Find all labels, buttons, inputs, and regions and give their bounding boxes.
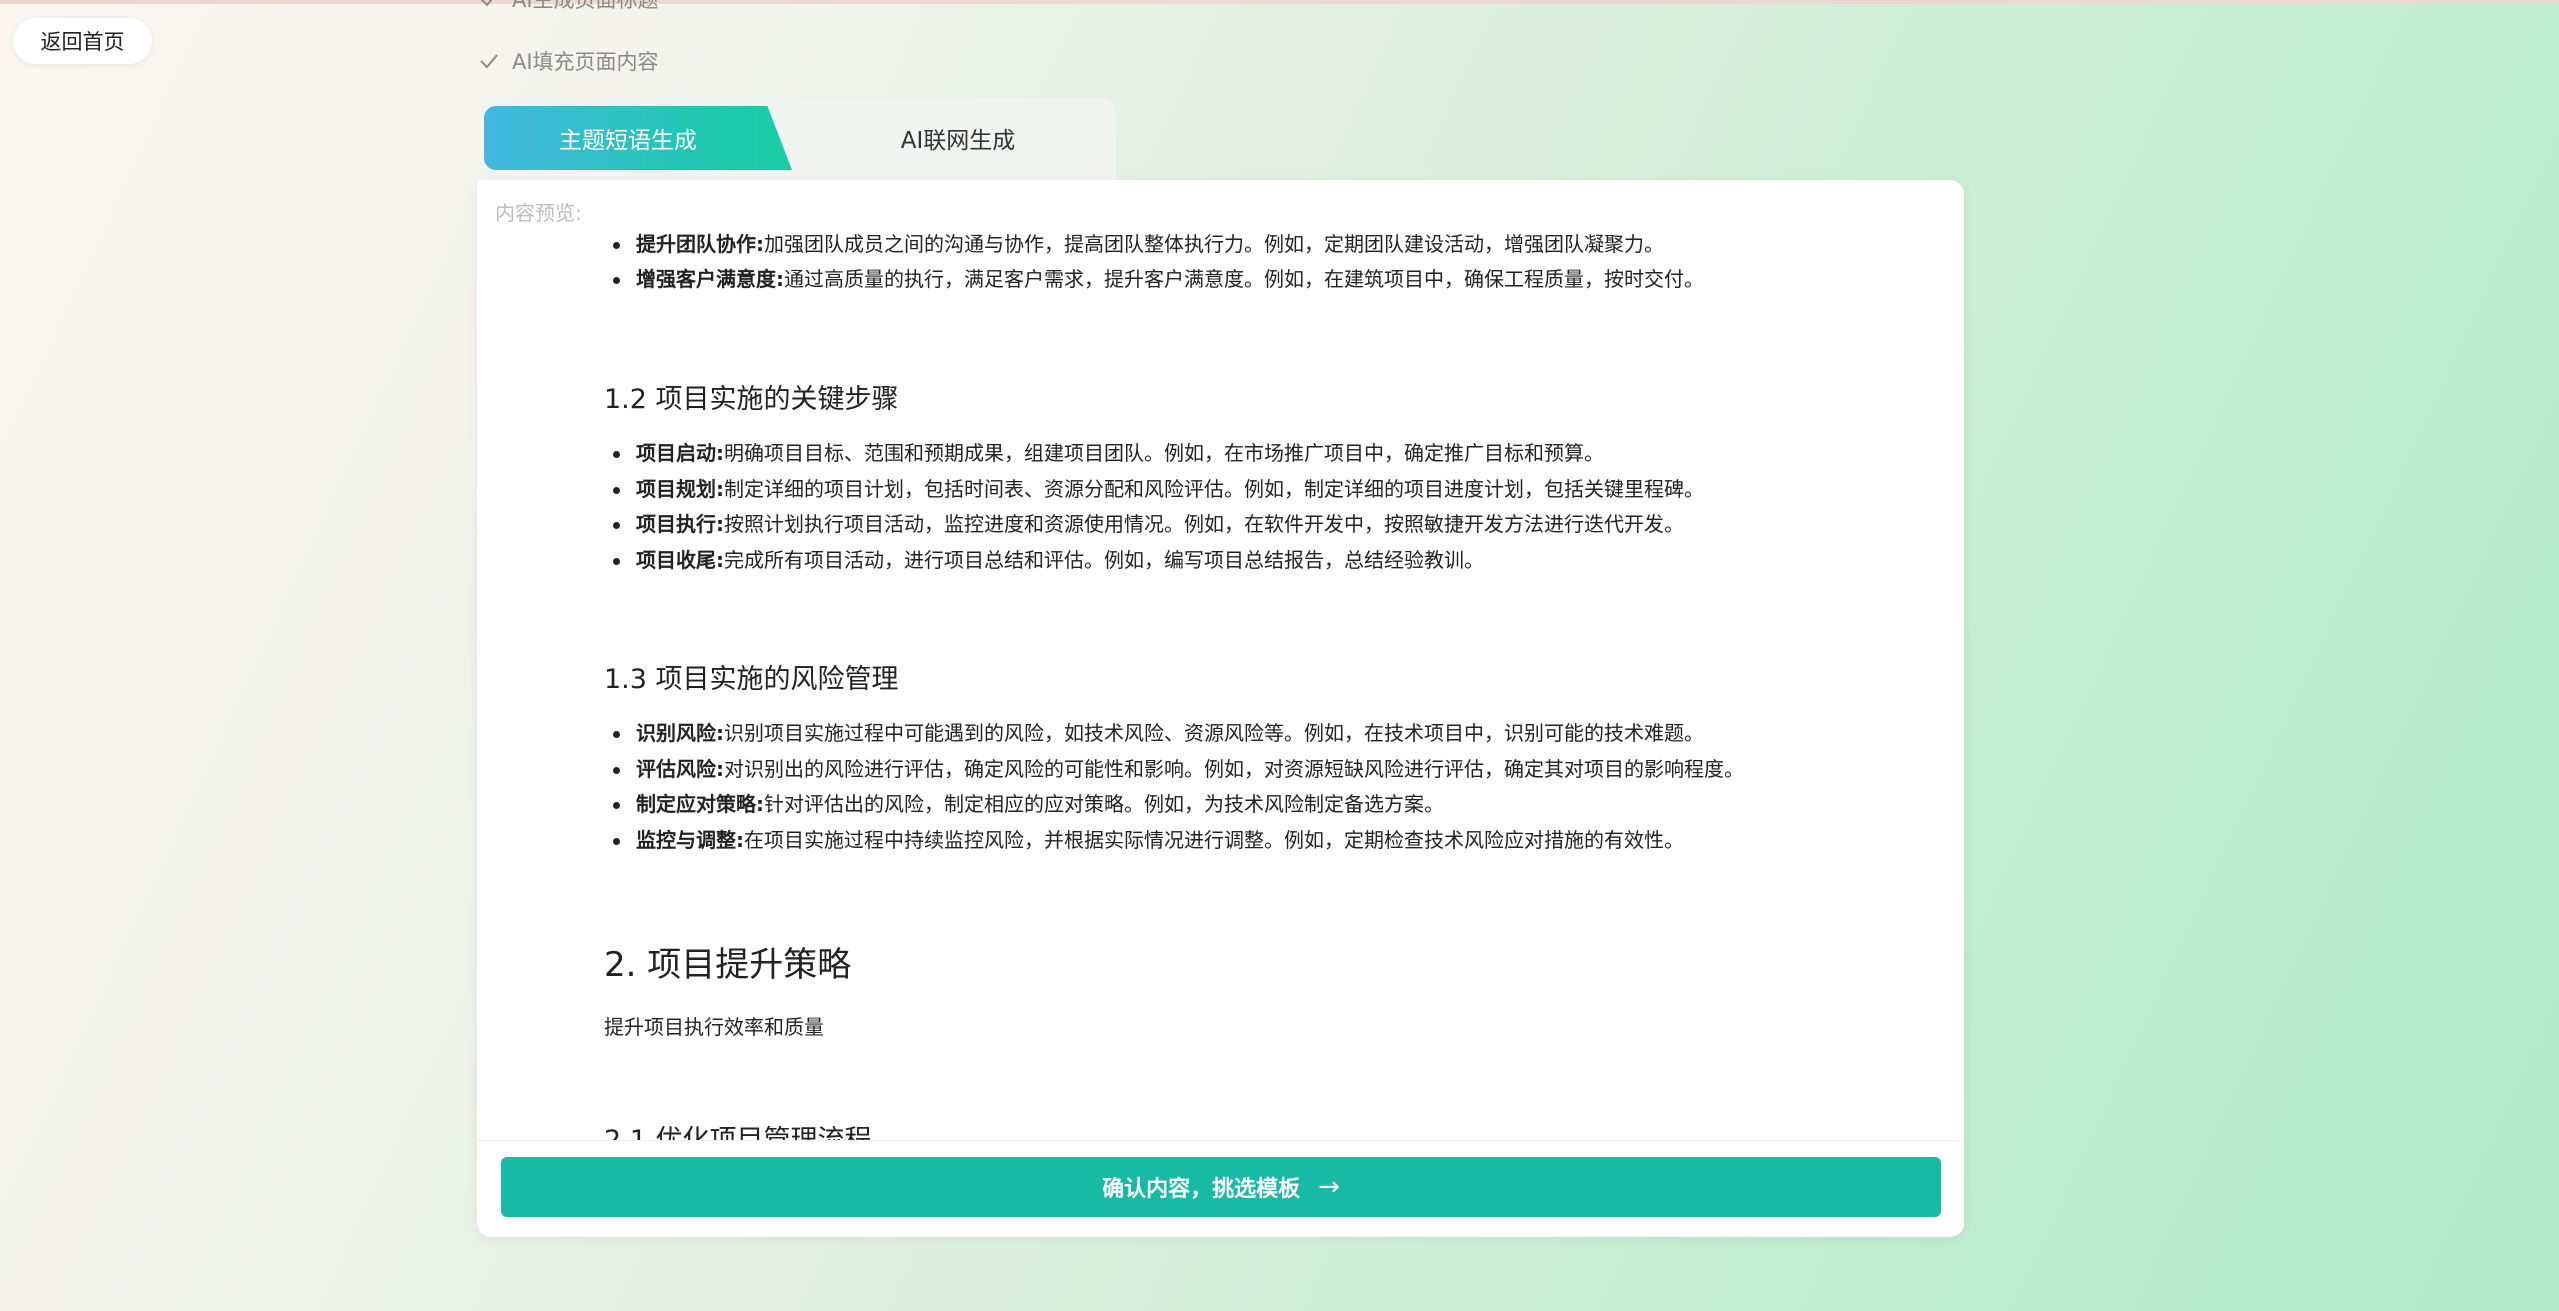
list-item: 评估风险:对识别出的风险进行评估，确定风险的可能性和影响。例如，对资源短缺风险进… bbox=[613, 755, 1744, 783]
arrow-right-icon: → bbox=[1318, 1172, 1340, 1202]
item-text: 针对评估出的风险，制定相应的应对策略。例如，为技术风险制定备选方案。 bbox=[764, 792, 1444, 816]
confirm-label: 确认内容，挑选模板 bbox=[1102, 1177, 1301, 1202]
item-title: 项目执行: bbox=[636, 512, 724, 536]
step-label: AI填充页面内容 bbox=[512, 50, 659, 74]
list-item: 项目执行:按照计划执行项目活动，监控进度和资源使用情况。例如，在软件开发中，按照… bbox=[613, 510, 1684, 538]
list-item: 识别风险:识别项目实施过程中可能遇到的风险，如技术风险、资源风险等。例如，在技术… bbox=[613, 719, 1704, 747]
content-preview-panel: 内容预览: 提升团队协作:加强团队成员之间的沟通与协作，提高团队整体执行力。例如… bbox=[477, 180, 1964, 1237]
tab-topic-phrase[interactable]: 主题短语生成 bbox=[484, 106, 792, 170]
item-text: 按照计划执行项目活动，监控进度和资源使用情况。例如，在软件开发中，按照敏捷开发方… bbox=[724, 512, 1684, 536]
list-item: 项目规划:制定详细的项目计划，包括时间表、资源分配和风险评估。例如，制定详细的项… bbox=[613, 475, 1704, 503]
item-text: 明确项目目标、范围和预期成果，组建项目团队。例如，在市场推广项目中，确定推广目标… bbox=[724, 441, 1604, 465]
tab-ai-web[interactable]: AI联网生成 bbox=[808, 106, 1108, 170]
check-icon bbox=[480, 0, 493, 7]
item-text: 制定详细的项目计划，包括时间表、资源分配和风险评估。例如，制定详细的项目进度计划… bbox=[724, 477, 1704, 501]
step-label: AI生成页面标题 bbox=[512, 0, 659, 12]
list-item: 监控与调整:在项目实施过程中持续监控风险，并根据实际情况进行调整。例如，定期检查… bbox=[613, 826, 1684, 854]
list-item: 制定应对策略:针对评估出的风险，制定相应的应对策略。例如，为技术风险制定备选方案… bbox=[613, 790, 1444, 818]
list-item: 项目启动:明确项目目标、范围和预期成果，组建项目团队。例如，在市场推广项目中，确… bbox=[613, 439, 1604, 467]
item-text: 在项目实施过程中持续监控风险，并根据实际情况进行调整。例如，定期检查技术风险应对… bbox=[744, 828, 1684, 852]
top-border bbox=[0, 0, 2559, 4]
list-item: 项目收尾:完成所有项目活动，进行项目总结和评估。例如，编写项目总结报告，总结经验… bbox=[613, 546, 1484, 574]
item-title: 制定应对策略: bbox=[636, 792, 764, 816]
section-paragraph: 提升项目执行效率和质量 bbox=[604, 1015, 824, 1039]
item-title: 项目收尾: bbox=[636, 548, 724, 572]
section-heading-2-1: 2.1 优化项目管理流程 bbox=[604, 1118, 872, 1140]
list-item: 提升团队协作:加强团队成员之间的沟通与协作，提高团队整体执行力。例如，定期团队建… bbox=[613, 230, 1664, 258]
item-text: 识别项目实施过程中可能遇到的风险，如技术风险、资源风险等。例如，在技术项目中，识… bbox=[724, 721, 1704, 745]
item-title: 项目规划: bbox=[636, 477, 724, 501]
panel-footer: 确认内容，挑选模板 → bbox=[477, 1140, 1964, 1237]
item-title: 监控与调整: bbox=[636, 828, 744, 852]
step-generate-title: AI生成页面标题 bbox=[478, 0, 659, 14]
item-title: 评估风险: bbox=[636, 757, 724, 781]
preview-scroll-area[interactable]: 内容预览: 提升团队协作:加强团队成员之间的沟通与协作，提高团队整体执行力。例如… bbox=[477, 180, 1964, 1140]
section-heading-2: 2. 项目提升策略 bbox=[604, 945, 852, 985]
item-title: 项目启动: bbox=[636, 441, 724, 465]
back-home-button[interactable]: 返回首页 bbox=[13, 18, 152, 64]
item-text: 加强团队成员之间的沟通与协作，提高团队整体执行力。例如，定期团队建设活动，增强团… bbox=[764, 232, 1664, 256]
section-heading-1-2: 1.2 项目实施的关键步骤 bbox=[604, 384, 899, 415]
section-heading-1-3: 1.3 项目实施的风险管理 bbox=[604, 664, 899, 695]
item-text: 对识别出的风险进行评估，确定风险的可能性和影响。例如，对资源短缺风险进行评估，确… bbox=[724, 757, 1744, 781]
list-item: 增强客户满意度:通过高质量的执行，满足客户需求，提升客户满意度。例如，在建筑项目… bbox=[613, 265, 1704, 293]
preview-label: 内容预览: bbox=[495, 201, 582, 225]
generation-mode-tabs: 主题短语生成 AI联网生成 bbox=[478, 98, 1116, 180]
item-text: 通过高质量的执行，满足客户需求，提升客户满意度。例如，在建筑项目中，确保工程质量… bbox=[784, 267, 1704, 291]
item-title: 识别风险: bbox=[636, 721, 724, 745]
check-icon bbox=[480, 54, 498, 69]
step-fill-content: AI填充页面内容 bbox=[478, 46, 659, 76]
item-text: 完成所有项目活动，进行项目总结和评估。例如，编写项目总结报告，总结经验教训。 bbox=[724, 548, 1484, 572]
item-title: 增强客户满意度: bbox=[636, 267, 784, 291]
item-title: 提升团队协作: bbox=[636, 232, 764, 256]
confirm-select-template-button[interactable]: 确认内容，挑选模板 → bbox=[501, 1157, 1941, 1217]
